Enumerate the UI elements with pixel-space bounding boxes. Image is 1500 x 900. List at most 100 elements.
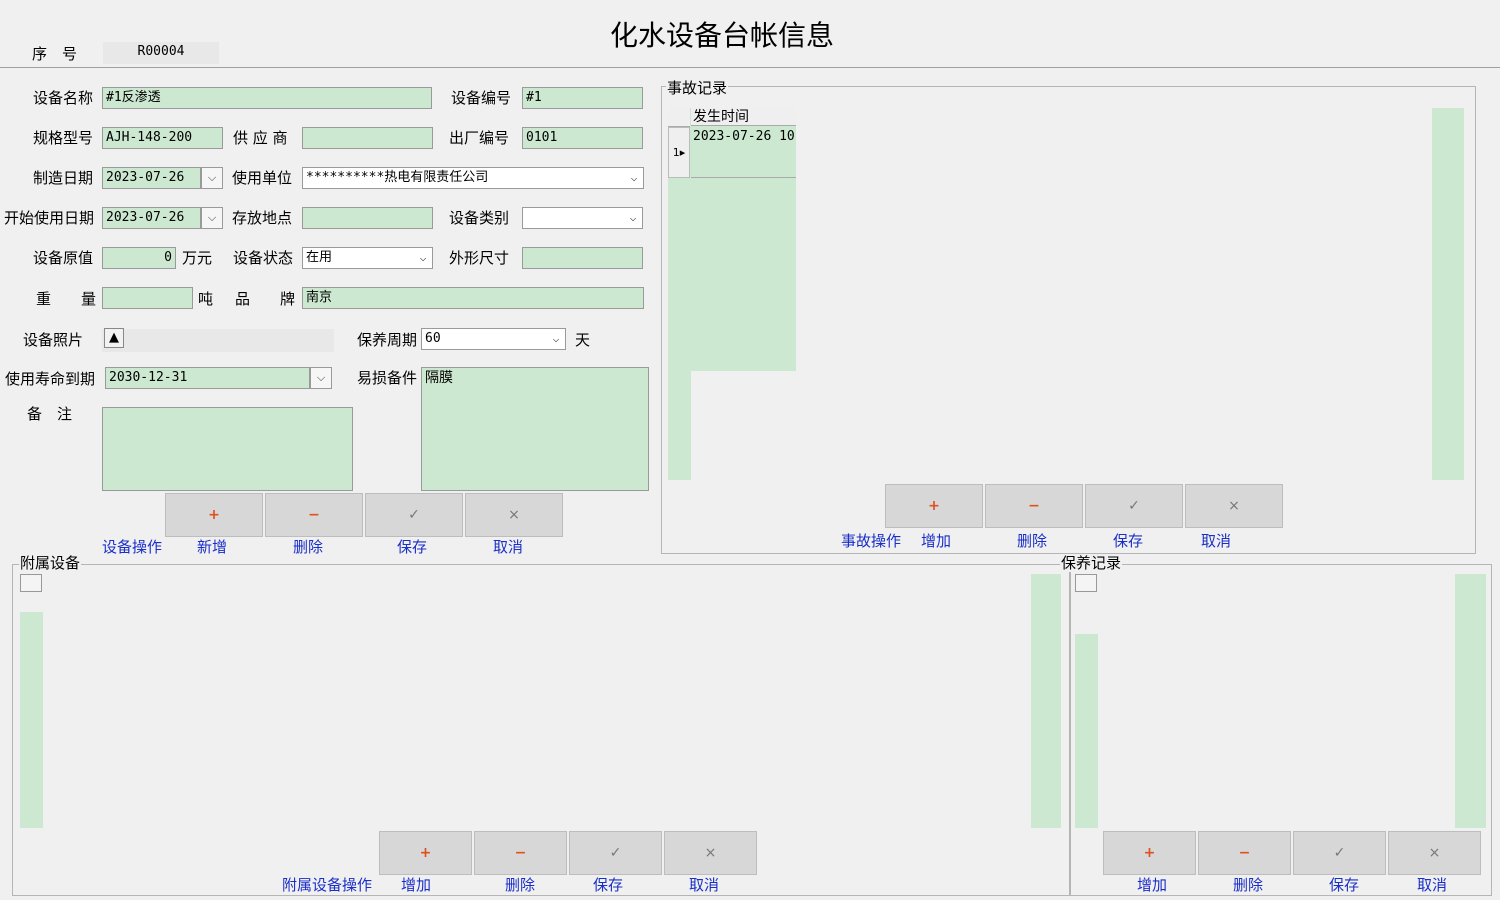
expiry-field[interactable]: 2030-12-31	[105, 367, 310, 389]
chevron-down-icon: ⌵	[419, 251, 427, 264]
accident-cancel-label[interactable]: 取消	[1201, 531, 1231, 551]
attached-add-label[interactable]: 增加	[401, 875, 431, 895]
category-label: 设备类别	[449, 209, 510, 227]
maintenance-cancel-label[interactable]: 取消	[1417, 875, 1447, 895]
remark-label: 备 注	[27, 405, 73, 423]
attached-scrollbar[interactable]	[1031, 574, 1061, 828]
plus-icon: +	[419, 845, 432, 861]
category-select[interactable]: ⌵	[522, 207, 643, 229]
minus-icon: −	[308, 507, 320, 523]
attached-ops-caption: 附属设备操作	[282, 876, 373, 894]
spare-parts-label: 易损备件	[357, 369, 418, 387]
device-add-label[interactable]: 新增	[197, 537, 227, 557]
start-date-picker[interactable]: ⌵	[201, 207, 223, 229]
attached-delete-button[interactable]: −	[474, 831, 567, 875]
unit-select[interactable]: **********热电有限责任公司 ⌵	[302, 167, 644, 189]
accident-panel-title: 事故记录	[666, 79, 729, 97]
device-delete-label[interactable]: 删除	[293, 537, 323, 557]
dimension-field[interactable]	[522, 247, 643, 269]
accident-scrollbar[interactable]	[1432, 108, 1464, 480]
device-save-button[interactable]: ✓	[365, 493, 463, 537]
device-name-label: 设备名称	[33, 89, 94, 107]
status-label: 设备状态	[233, 249, 294, 267]
unit-label: 使用单位	[232, 169, 293, 187]
attached-save-label[interactable]: 保存	[593, 875, 623, 895]
weight-label: 重 量	[36, 290, 97, 308]
accident-col-header-time[interactable]: 发生时间	[691, 108, 796, 126]
supplier-field[interactable]	[302, 127, 433, 149]
accident-add-label[interactable]: 增加	[921, 531, 951, 551]
accident-ops-caption: 事故操作	[841, 532, 902, 550]
photo-label: 设备照片	[23, 331, 84, 349]
close-icon: ×	[508, 507, 520, 523]
attached-grid-corner[interactable]	[20, 574, 42, 592]
factory-no-field[interactable]: 0101	[522, 127, 643, 149]
mfg-date-field[interactable]: 2023-07-26	[102, 167, 201, 189]
maintenance-delete-button[interactable]: −	[1198, 831, 1291, 875]
serial-value: R00004	[103, 42, 219, 64]
chevron-down-icon: ⌵	[552, 332, 560, 345]
row-number: 1	[672, 146, 680, 159]
maintenance-scrollbar[interactable]	[1455, 574, 1486, 828]
device-cancel-button[interactable]: ×	[465, 493, 563, 537]
attached-cancel-button[interactable]: ×	[664, 831, 757, 875]
remark-field[interactable]	[102, 407, 353, 491]
maintenance-add-button[interactable]: +	[1103, 831, 1196, 875]
maintain-cycle-select[interactable]: 60 ⌵	[421, 328, 566, 350]
header-divider	[0, 67, 1500, 68]
status-value: 在用	[306, 250, 333, 265]
maintenance-delete-label[interactable]: 删除	[1233, 875, 1263, 895]
orig-value-field[interactable]: 0	[102, 247, 176, 269]
attached-add-button[interactable]: +	[379, 831, 472, 875]
maintenance-save-button[interactable]: ✓	[1293, 831, 1386, 875]
accident-row-time-cell[interactable]: 2023-07-26 10	[691, 127, 796, 178]
maintenance-save-label[interactable]: 保存	[1329, 875, 1359, 895]
device-no-field[interactable]: #1	[522, 87, 643, 109]
spec-label: 规格型号	[33, 129, 94, 147]
chevron-down-icon: ⌵	[207, 171, 217, 184]
chevron-down-icon: ⌵	[630, 171, 638, 184]
location-label: 存放地点	[232, 209, 293, 227]
attached-delete-label[interactable]: 删除	[505, 875, 535, 895]
device-add-button[interactable]: +	[165, 493, 263, 537]
accident-delete-button[interactable]: −	[985, 484, 1083, 528]
expiry-picker[interactable]: ⌵	[310, 367, 332, 389]
photo-field[interactable]	[102, 329, 334, 352]
check-icon: ✓	[1333, 845, 1346, 861]
accident-cancel-button[interactable]: ×	[1185, 484, 1283, 528]
attached-save-button[interactable]: ✓	[569, 831, 662, 875]
accident-delete-label[interactable]: 删除	[1017, 531, 1047, 551]
spec-field[interactable]: AJH-148-200	[102, 127, 223, 149]
mfg-date-label: 制造日期	[33, 169, 94, 187]
location-field[interactable]	[302, 207, 433, 229]
maintenance-grid-corner[interactable]	[1075, 574, 1097, 592]
device-cancel-label[interactable]: 取消	[493, 537, 523, 557]
start-date-field[interactable]: 2023-07-26	[102, 207, 201, 229]
device-save-label[interactable]: 保存	[397, 537, 427, 557]
device-name-field[interactable]: #1反渗透	[102, 87, 432, 109]
status-select[interactable]: 在用 ⌵	[302, 247, 433, 269]
maintenance-panel-title: 保养记录	[1060, 554, 1123, 572]
weight-field[interactable]	[102, 287, 193, 309]
accident-save-button[interactable]: ✓	[1085, 484, 1183, 528]
mfg-date-picker[interactable]: ⌵	[201, 167, 223, 189]
start-date-label: 开始使用日期	[4, 209, 95, 227]
minus-icon: −	[1028, 498, 1040, 514]
maintenance-cancel-button[interactable]: ×	[1388, 831, 1481, 875]
accident-save-label[interactable]: 保存	[1113, 531, 1143, 551]
photo-upload-button[interactable]: ▲	[104, 328, 124, 348]
maintenance-add-label[interactable]: 增加	[1137, 875, 1167, 895]
attached-cancel-label[interactable]: 取消	[689, 875, 719, 895]
accident-add-button[interactable]: +	[885, 484, 983, 528]
minus-icon: −	[514, 845, 527, 861]
attached-panel-title: 附属设备	[19, 554, 82, 572]
device-no-label: 设备编号	[451, 89, 512, 107]
accident-row-header[interactable]: 1▸	[668, 127, 690, 178]
weight-unit: 吨	[198, 290, 214, 308]
device-delete-button[interactable]: −	[265, 493, 363, 537]
maintain-cycle-unit: 天	[575, 331, 591, 349]
plus-icon: +	[1143, 845, 1156, 861]
spare-parts-field[interactable]: 隔膜	[421, 367, 649, 491]
brand-field[interactable]: 南京	[302, 287, 644, 309]
close-icon: ×	[704, 845, 717, 861]
